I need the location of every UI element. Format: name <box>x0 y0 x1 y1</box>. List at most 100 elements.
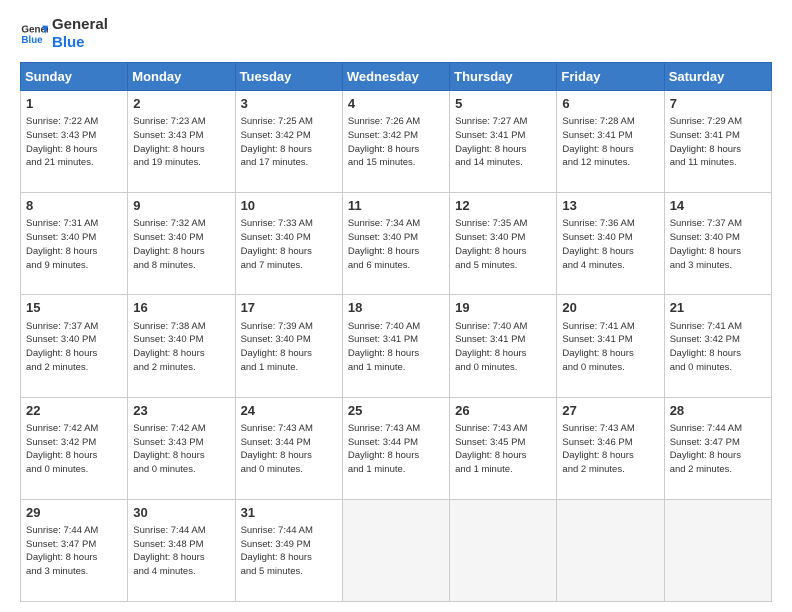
day-number: 23 <box>133 402 229 420</box>
day-info: Sunrise: 7:23 AMSunset: 3:43 PMDaylight:… <box>133 115 229 170</box>
day-info: Sunrise: 7:43 AMSunset: 3:45 PMDaylight:… <box>455 422 551 477</box>
empty-cell <box>450 499 557 601</box>
day-number: 17 <box>241 299 337 317</box>
week-row-1: 1 Sunrise: 7:22 AMSunset: 3:43 PMDaylight… <box>21 91 772 193</box>
day-cell-16: 16 Sunrise: 7:38 AMSunset: 3:40 PMDayligh… <box>128 295 235 397</box>
day-info: Sunrise: 7:36 AMSunset: 3:40 PMDaylight:… <box>562 217 658 272</box>
day-info: Sunrise: 7:44 AMSunset: 3:49 PMDaylight:… <box>241 524 337 579</box>
week-row-2: 8 Sunrise: 7:31 AMSunset: 3:40 PMDaylight… <box>21 193 772 295</box>
day-number: 19 <box>455 299 551 317</box>
day-number: 6 <box>562 95 658 113</box>
day-cell-30: 30 Sunrise: 7:44 AMSunset: 3:48 PMDayligh… <box>128 499 235 601</box>
day-info: Sunrise: 7:41 AMSunset: 3:42 PMDaylight:… <box>670 320 766 375</box>
day-info: Sunrise: 7:27 AMSunset: 3:41 PMDaylight:… <box>455 115 551 170</box>
day-number: 5 <box>455 95 551 113</box>
day-cell-29: 29Sunrise: 7:44 AMSunset: 3:47 PMDayligh… <box>21 499 128 601</box>
day-info: Sunrise: 7:25 AMSunset: 3:42 PMDaylight:… <box>241 115 337 170</box>
weekday-thursday: Thursday <box>450 63 557 91</box>
day-number: 20 <box>562 299 658 317</box>
day-cell-8: 8 Sunrise: 7:31 AMSunset: 3:40 PMDaylight… <box>21 193 128 295</box>
day-info: Sunrise: 7:40 AMSunset: 3:41 PMDaylight:… <box>348 320 444 375</box>
day-number: 14 <box>670 197 766 215</box>
day-info: Sunrise: 7:38 AMSunset: 3:40 PMDaylight:… <box>133 320 229 375</box>
day-info: Sunrise: 7:43 AMSunset: 3:44 PMDaylight:… <box>348 422 444 477</box>
day-cell-22: 22Sunrise: 7:42 AMSunset: 3:42 PMDayligh… <box>21 397 128 499</box>
day-number: 15 <box>26 299 122 317</box>
day-number: 31 <box>241 504 337 522</box>
day-number: 11 <box>348 197 444 215</box>
weekday-tuesday: Tuesday <box>235 63 342 91</box>
day-info: Sunrise: 7:40 AMSunset: 3:41 PMDaylight:… <box>455 320 551 375</box>
logo-blue-text: Blue <box>52 34 108 52</box>
day-cell-11: 11Sunrise: 7:34 AMSunset: 3:40 PMDayligh… <box>342 193 449 295</box>
day-cell-4: 4Sunrise: 7:26 AMSunset: 3:42 PMDaylight… <box>342 91 449 193</box>
logo-icon: General Blue <box>20 20 48 48</box>
day-info: Sunrise: 7:31 AMSunset: 3:40 PMDaylight:… <box>26 217 122 272</box>
weekday-sunday: Sunday <box>21 63 128 91</box>
day-number: 25 <box>348 402 444 420</box>
weekday-saturday: Saturday <box>664 63 771 91</box>
day-cell-13: 13Sunrise: 7:36 AMSunset: 3:40 PMDayligh… <box>557 193 664 295</box>
calendar-table: SundayMondayTuesdayWednesdayThursdayFrid… <box>20 62 772 602</box>
day-info: Sunrise: 7:39 AMSunset: 3:40 PMDaylight:… <box>241 320 337 375</box>
day-number: 30 <box>133 504 229 522</box>
empty-cell <box>557 499 664 601</box>
day-number: 12 <box>455 197 551 215</box>
day-info: Sunrise: 7:44 AMSunset: 3:48 PMDaylight:… <box>133 524 229 579</box>
weekday-wednesday: Wednesday <box>342 63 449 91</box>
day-cell-3: 3 Sunrise: 7:25 AMSunset: 3:42 PMDaylight… <box>235 91 342 193</box>
weekday-header-row: SundayMondayTuesdayWednesdayThursdayFrid… <box>21 63 772 91</box>
empty-cell <box>342 499 449 601</box>
day-number: 29 <box>26 504 122 522</box>
day-info: Sunrise: 7:42 AMSunset: 3:42 PMDaylight:… <box>26 422 122 477</box>
day-info: Sunrise: 7:33 AMSunset: 3:40 PMDaylight:… <box>241 217 337 272</box>
day-cell-15: 15 Sunrise: 7:37 AMSunset: 3:40 PMDayligh… <box>21 295 128 397</box>
day-number: 16 <box>133 299 229 317</box>
day-info: Sunrise: 7:37 AMSunset: 3:40 PMDaylight:… <box>26 320 122 375</box>
week-row-3: 15 Sunrise: 7:37 AMSunset: 3:40 PMDayligh… <box>21 295 772 397</box>
day-number: 26 <box>455 402 551 420</box>
day-cell-19: 19 Sunrise: 7:40 AMSunset: 3:41 PMDayligh… <box>450 295 557 397</box>
day-info: Sunrise: 7:22 AMSunset: 3:43 PMDaylight:… <box>26 115 122 170</box>
day-cell-27: 27Sunrise: 7:43 AMSunset: 3:46 PMDayligh… <box>557 397 664 499</box>
day-cell-12: 12 Sunrise: 7:35 AMSunset: 3:40 PMDayligh… <box>450 193 557 295</box>
day-cell-14: 14 Sunrise: 7:37 AMSunset: 3:40 PMDayligh… <box>664 193 771 295</box>
logo-general-text: General <box>52 16 108 34</box>
day-info: Sunrise: 7:37 AMSunset: 3:40 PMDaylight:… <box>670 217 766 272</box>
day-cell-23: 23 Sunrise: 7:42 AMSunset: 3:43 PMDayligh… <box>128 397 235 499</box>
logo: General Blue General Blue <box>20 16 108 52</box>
day-info: Sunrise: 7:43 AMSunset: 3:44 PMDaylight:… <box>241 422 337 477</box>
day-cell-2: 2 Sunrise: 7:23 AMSunset: 3:43 PMDaylight… <box>128 91 235 193</box>
day-info: Sunrise: 7:29 AMSunset: 3:41 PMDaylight:… <box>670 115 766 170</box>
day-info: Sunrise: 7:28 AMSunset: 3:41 PMDaylight:… <box>562 115 658 170</box>
day-number: 1 <box>26 95 122 113</box>
empty-cell <box>664 499 771 601</box>
day-cell-9: 9 Sunrise: 7:32 AMSunset: 3:40 PMDaylight… <box>128 193 235 295</box>
day-info: Sunrise: 7:35 AMSunset: 3:40 PMDaylight:… <box>455 217 551 272</box>
day-cell-6: 6 Sunrise: 7:28 AMSunset: 3:41 PMDaylight… <box>557 91 664 193</box>
day-info: Sunrise: 7:42 AMSunset: 3:43 PMDaylight:… <box>133 422 229 477</box>
day-number: 9 <box>133 197 229 215</box>
day-cell-21: 21 Sunrise: 7:41 AMSunset: 3:42 PMDayligh… <box>664 295 771 397</box>
day-number: 2 <box>133 95 229 113</box>
day-cell-10: 10Sunrise: 7:33 AMSunset: 3:40 PMDayligh… <box>235 193 342 295</box>
day-cell-1: 1 Sunrise: 7:22 AMSunset: 3:43 PMDaylight… <box>21 91 128 193</box>
day-number: 18 <box>348 299 444 317</box>
day-info: Sunrise: 7:32 AMSunset: 3:40 PMDaylight:… <box>133 217 229 272</box>
day-info: Sunrise: 7:44 AMSunset: 3:47 PMDaylight:… <box>670 422 766 477</box>
header: General Blue General Blue <box>20 16 772 52</box>
day-cell-28: 28 Sunrise: 7:44 AMSunset: 3:47 PMDayligh… <box>664 397 771 499</box>
day-cell-5: 5 Sunrise: 7:27 AMSunset: 3:41 PMDaylight… <box>450 91 557 193</box>
day-number: 21 <box>670 299 766 317</box>
day-cell-7: 7Sunrise: 7:29 AMSunset: 3:41 PMDaylight… <box>664 91 771 193</box>
week-row-5: 29Sunrise: 7:44 AMSunset: 3:47 PMDayligh… <box>21 499 772 601</box>
day-number: 28 <box>670 402 766 420</box>
day-number: 3 <box>241 95 337 113</box>
day-cell-18: 18 Sunrise: 7:40 AMSunset: 3:41 PMDayligh… <box>342 295 449 397</box>
day-cell-25: 25 Sunrise: 7:43 AMSunset: 3:44 PMDayligh… <box>342 397 449 499</box>
day-info: Sunrise: 7:41 AMSunset: 3:41 PMDaylight:… <box>562 320 658 375</box>
day-number: 8 <box>26 197 122 215</box>
day-number: 24 <box>241 402 337 420</box>
week-row-4: 22Sunrise: 7:42 AMSunset: 3:42 PMDayligh… <box>21 397 772 499</box>
day-number: 27 <box>562 402 658 420</box>
